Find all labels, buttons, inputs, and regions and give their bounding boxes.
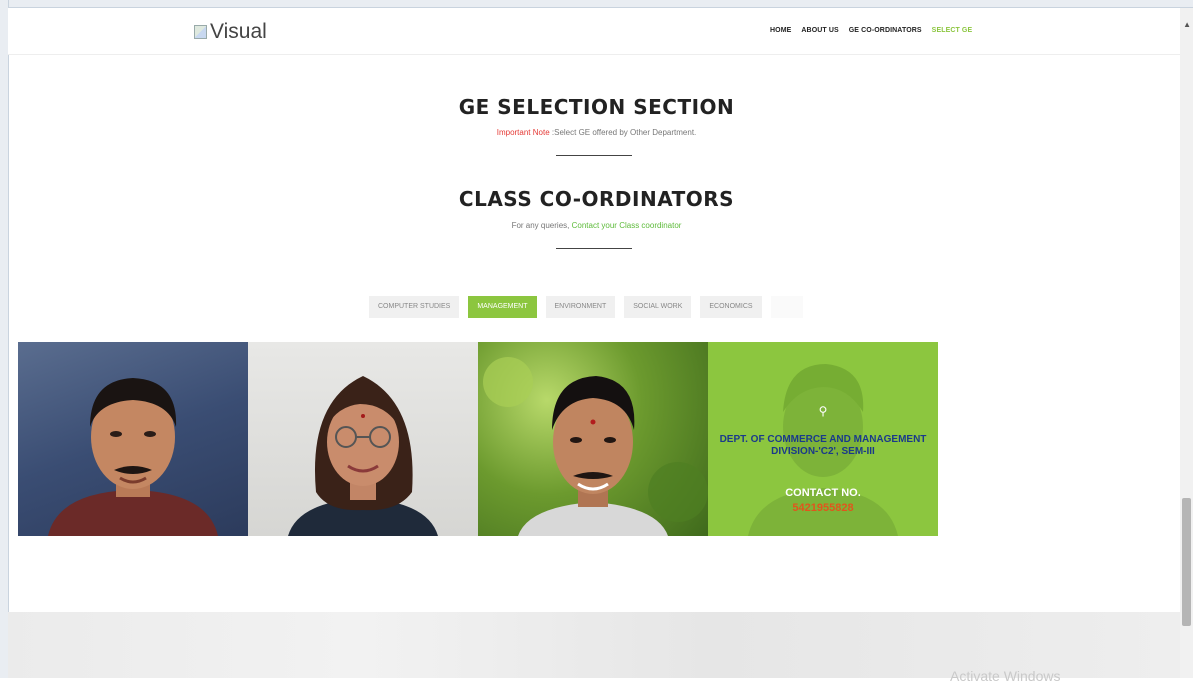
portrait-man-2 — [483, 357, 708, 536]
site-logo[interactable]: Visual — [194, 20, 267, 44]
coordinators-title: CLASS CO-ORDINATORS — [458, 187, 735, 211]
contact-phone[interactable]: 5421955828 — [708, 502, 938, 514]
site-header: Visual HOME ABOUT US GE CO-ORDINATORS SE… — [8, 8, 1180, 55]
nav-select-ge[interactable]: SELECT GE — [932, 27, 973, 34]
main-nav: HOME ABOUT US GE CO-ORDINATORS SELECT GE — [770, 27, 972, 34]
nav-ge-coordinators[interactable]: GE CO-ORDINATORS — [849, 27, 922, 34]
coordinators-subtitle: For any queries, Contact your Class coor… — [0, 221, 1193, 230]
department-tabs: COMPUTER STUDIES MANAGEMENT ENVIRONMENT … — [369, 296, 803, 318]
tab-hidden[interactable] — [770, 296, 803, 318]
portrait-man-1 — [48, 378, 218, 536]
contact-coordinator-link[interactable]: Contact your Class coordinator — [572, 221, 682, 230]
coordinator-card-hover[interactable]: ⚲ DEPT. OF COMMERCE AND MANAGEMENT DIVIS… — [708, 342, 938, 536]
tab-management[interactable]: MANAGEMENT — [468, 296, 537, 318]
broken-image-icon — [194, 25, 207, 39]
os-activation-watermark: Activate Windows — [950, 668, 1061, 684]
coordinators-sub-text: For any queries, — [511, 221, 570, 230]
ge-section-note: Important Note :Select GE offered by Oth… — [0, 128, 1193, 137]
coordinator-department: DEPT. OF COMMERCE AND MANAGEMENT DIVISIO… — [708, 434, 938, 458]
tab-social-work[interactable]: SOCIAL WORK — [624, 296, 692, 318]
section-divider — [556, 155, 632, 156]
browser-frame-top — [0, 0, 1193, 8]
coordinator-photo-1[interactable] — [18, 342, 248, 536]
important-note-text: :Select GE offered by Other Department. — [551, 128, 697, 137]
coordinator-photo-2[interactable] — [248, 342, 478, 536]
scroll-up-arrow-icon[interactable]: ▲ — [1183, 20, 1191, 29]
dept-line-1: DEPT. OF COMMERCE AND MANAGEMENT — [719, 434, 927, 445]
important-note-label: Important Note — [496, 128, 550, 137]
contact-label: CONTACT NO. — [785, 487, 861, 499]
portrait-woman — [288, 376, 438, 536]
scroll-thumb[interactable] — [1182, 498, 1191, 626]
ge-section-title: GE SELECTION SECTION — [458, 95, 735, 119]
dept-line-2: DIVISION-'C2', SEM-III — [771, 446, 875, 457]
nav-home[interactable]: HOME — [770, 27, 791, 34]
tab-environment[interactable]: ENVIRONMENT — [545, 296, 616, 318]
search-icon[interactable]: ⚲ — [708, 404, 938, 418]
section-divider — [556, 248, 632, 249]
tab-economics[interactable]: ECONOMICS — [700, 296, 762, 318]
coordinator-gallery: ⚲ DEPT. OF COMMERCE AND MANAGEMENT DIVIS… — [18, 342, 938, 536]
logo-alt-text: Visual — [210, 20, 267, 43]
tab-computer-studies[interactable]: COMPUTER STUDIES — [369, 296, 460, 318]
nav-about-us[interactable]: ABOUT US — [801, 27, 838, 34]
coordinator-photo-3[interactable] — [478, 342, 708, 536]
